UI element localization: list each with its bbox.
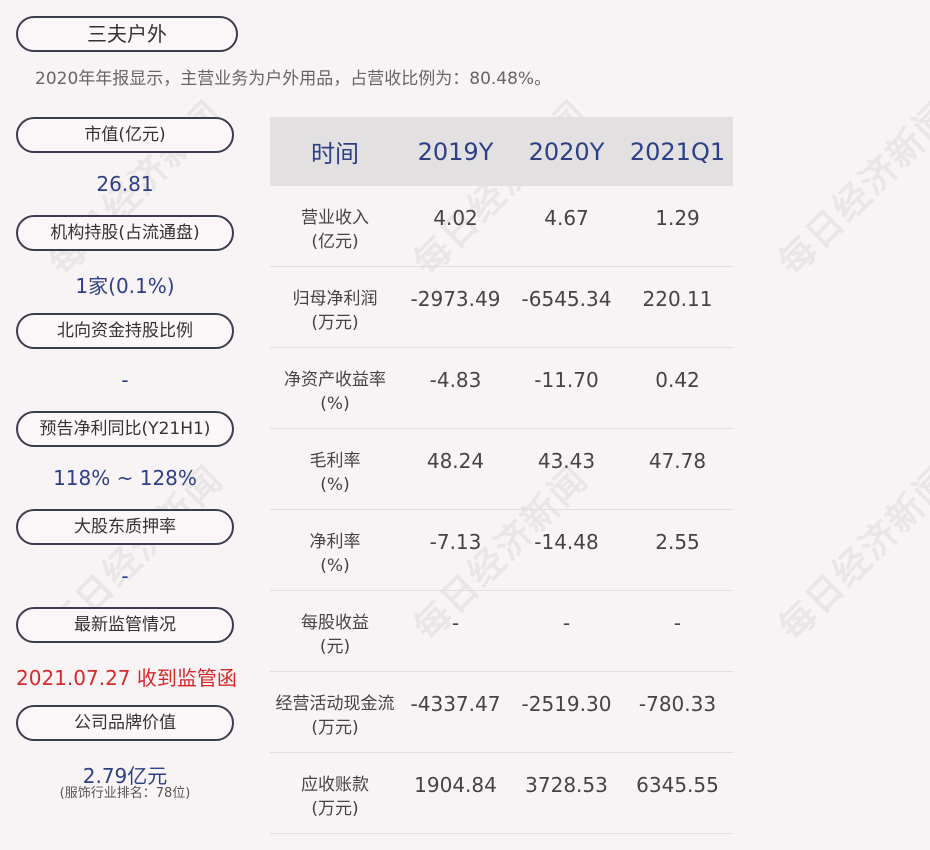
table-cell: 1904.84 <box>414 773 497 797</box>
table-row: 营业收入 (亿元) 4.02 4.67 1.29 <box>270 186 733 267</box>
table-cell: 48.24 <box>426 449 485 473</box>
row-label: 净资产收益率 (%) <box>284 370 386 414</box>
header-2019: 2019Y <box>417 137 494 166</box>
table-cell: -14.48 <box>534 530 599 554</box>
metric-value-market-cap: 26.81 <box>96 172 154 196</box>
table-cell: - <box>562 611 571 635</box>
watermark: 每日经济新闻 <box>770 92 930 284</box>
table-cell: -2519.30 <box>521 692 612 716</box>
table-row: 每股收益 (元) - - - <box>270 591 733 672</box>
table-row: 归母净利润 (万元) -2973.49 -6545.34 220.11 <box>270 267 733 348</box>
metric-label-northbound: 北向资金持股比例 <box>16 313 234 349</box>
row-label: 营业收入 (亿元) <box>301 208 369 252</box>
metric-label-institutional: 机构持股(占流通盘) <box>16 215 234 251</box>
header-2020: 2020Y <box>528 137 605 166</box>
brand-rank-note: (服饰行业排名：78位) <box>59 786 191 801</box>
table-cell: 3728.53 <box>525 773 608 797</box>
table-cell: -11.70 <box>534 368 599 392</box>
row-label: 归母净利润 (万元) <box>292 289 378 333</box>
header-2021q1: 2021Q1 <box>629 137 726 166</box>
table-cell: - <box>673 611 682 635</box>
table-cell: 6345.55 <box>636 773 719 797</box>
metric-value-regulation: 2021.07.27 收到监管函 <box>16 666 237 690</box>
table-cell: -4337.47 <box>410 692 501 716</box>
metric-label-brand: 公司品牌价值 <box>16 705 234 741</box>
company-name: 三夫户外 <box>16 16 238 52</box>
table-cell: -6545.34 <box>521 287 612 311</box>
row-label: 每股收益 (元) <box>301 613 369 657</box>
table-cell: - <box>451 611 460 635</box>
table-cell: 4.02 <box>433 206 478 230</box>
table-cell: -4.83 <box>429 368 482 392</box>
table-row: 净资产收益率 (%) -4.83 -11.70 0.42 <box>270 348 733 429</box>
summary-text: 2020年年报显示，主营业务为户外用品，占营收比例为：80.48%。 <box>35 69 552 89</box>
metric-label-regulation: 最新监管情况 <box>16 607 234 643</box>
row-label: 毛利率 (%) <box>309 451 361 495</box>
table-cell: 0.42 <box>655 368 700 392</box>
table-cell: 47.78 <box>648 449 707 473</box>
header-time: 时间 <box>311 140 359 168</box>
table-row: 应收账款 (万元) 1904.84 3728.53 6345.55 <box>270 753 733 834</box>
table-cell: 4.67 <box>544 206 589 230</box>
table-cell: -7.13 <box>429 530 482 554</box>
metric-value-pledge: - <box>121 564 129 588</box>
table-header: 时间 2019Y 2020Y 2021Q1 <box>270 117 733 186</box>
table-row: 经营活动现金流 (万元) -4337.47 -2519.30 -780.33 <box>270 672 733 753</box>
table-cell: -2973.49 <box>410 287 501 311</box>
metric-value-institutional: 1家(0.1%) <box>75 274 175 298</box>
table-row: 毛利率 (%) 48.24 43.43 47.78 <box>270 429 733 510</box>
table-cell: 1.29 <box>655 206 700 230</box>
financial-table: 时间 2019Y 2020Y 2021Q1 营业收入 (亿元) 4.02 4.67… <box>270 117 733 834</box>
row-label: 应收账款 (万元) <box>301 775 369 819</box>
metric-label-forecast: 预告净利同比(Y21H1) <box>16 411 234 447</box>
watermark: 每日经济新闻 <box>770 457 930 649</box>
table-cell: 220.11 <box>642 287 713 311</box>
row-label: 经营活动现金流 (万元) <box>275 694 395 738</box>
metric-value-forecast: 118% ~ 128% <box>53 466 197 490</box>
metric-value-northbound: - <box>121 368 129 392</box>
metric-label-pledge: 大股东质押率 <box>16 509 234 545</box>
table-row: 净利率 (%) -7.13 -14.48 2.55 <box>270 510 733 591</box>
table-cell: 43.43 <box>537 449 596 473</box>
row-label: 净利率 (%) <box>309 532 361 576</box>
metric-label-market-cap: 市值(亿元) <box>16 117 234 153</box>
table-cell: -780.33 <box>638 692 717 716</box>
table-cell: 2.55 <box>655 530 700 554</box>
